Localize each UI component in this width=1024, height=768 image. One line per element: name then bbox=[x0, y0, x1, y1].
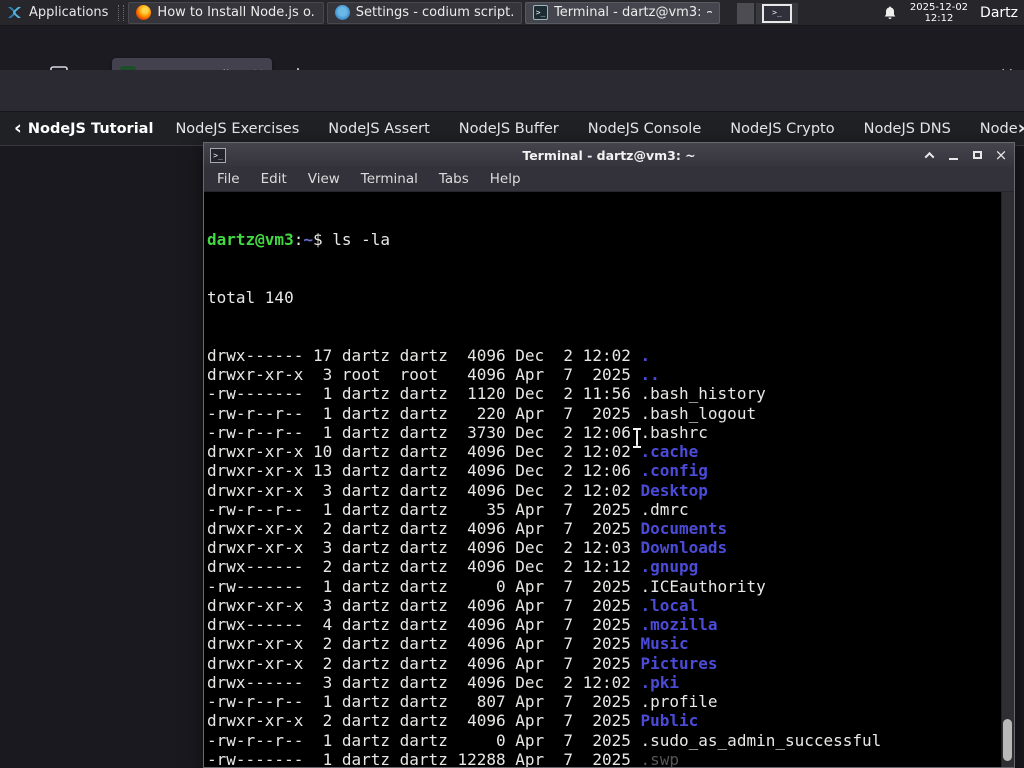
menu-terminal[interactable]: Terminal bbox=[361, 171, 418, 187]
taskbar-button-codium[interactable]: Settings - codium script... bbox=[326, 1, 523, 24]
user-menu[interactable]: Dartz bbox=[980, 5, 1020, 21]
workspace-pager[interactable]: >_ bbox=[737, 2, 798, 24]
mouse-cursor-ibeam bbox=[633, 428, 641, 448]
terminal-line: drwx------ 4 dartz dartz 4096 Apr 7 2025… bbox=[207, 615, 718, 635]
workspace-2[interactable]: >_ bbox=[756, 2, 798, 24]
prompt-path: ~ bbox=[303, 230, 313, 250]
firefox-nav-toolbar: ← → ⟳ https://www.geeksforgeeks.org/node… bbox=[0, 70, 1024, 176]
terminal-line: drwxr-xr-x 3 dartz dartz 4096 Dec 2 12:0… bbox=[207, 480, 708, 500]
panel-handle bbox=[118, 4, 125, 21]
desktop: Applications How to Install Node.js o...… bbox=[0, 0, 1024, 768]
menu-file[interactable]: File bbox=[217, 171, 240, 187]
terminal-line: drwx------ 17 dartz dartz 4096 Dec 2 12:… bbox=[207, 345, 651, 365]
vscodium-icon bbox=[334, 5, 350, 20]
panel-status-area: 2025-12-02 12:12 Dartz bbox=[882, 0, 1020, 26]
terminal-line: -rw------- 1 dartz dartz 12288 Apr 7 202… bbox=[207, 749, 680, 767]
terminal-icon: >_ bbox=[533, 5, 549, 20]
menu-tabs[interactable]: Tabs bbox=[439, 171, 469, 187]
terminal-line: drwx------ 3 dartz dartz 4096 Dec 2 12:0… bbox=[207, 672, 680, 692]
terminal-line: drwxr-xr-x 2 dartz dartz 4096 Apr 7 2025… bbox=[207, 653, 718, 673]
sitenav-item-console[interactable]: NodeJS Console bbox=[588, 121, 702, 137]
terminal-close-button[interactable]: × bbox=[994, 146, 1008, 164]
sitenav-item-truncated[interactable]: Node› bbox=[980, 119, 1024, 138]
terminal-title: Terminal - dartz@vm3: ~ bbox=[522, 147, 696, 163]
prompt-command: ls -la bbox=[332, 230, 391, 250]
terminal-line: -rw-r--r-- 1 dartz dartz 220 Apr 7 2025 … bbox=[207, 403, 757, 423]
clock[interactable]: 2025-12-02 12:12 bbox=[910, 2, 968, 24]
taskbar: How to Install Node.js o... Settings - c… bbox=[128, 0, 721, 25]
terminal-minimize-button[interactable] bbox=[946, 148, 960, 162]
terminal-title-bar[interactable]: >_ Terminal - dartz@vm3: ~ × bbox=[204, 143, 1014, 167]
terminal-line: drwxr-xr-x 2 dartz dartz 4096 Apr 7 2025… bbox=[207, 711, 699, 731]
sitenav-item-assert[interactable]: NodeJS Assert bbox=[328, 121, 430, 137]
pager-terminal-window-icon: >_ bbox=[762, 3, 792, 23]
terminal-maximize-button[interactable] bbox=[970, 148, 984, 162]
terminal-window-icon: >_ bbox=[210, 147, 226, 163]
prompt-symbol: $ bbox=[312, 230, 323, 250]
sitenav-item-dns[interactable]: NodeJS DNS bbox=[864, 121, 951, 137]
clock-date: 2025-12-02 bbox=[909, 2, 969, 13]
taskbar-button-firefox[interactable]: How to Install Node.js o... bbox=[128, 1, 324, 24]
terminal-line: drwxr-xr-x 3 dartz dartz 4096 Apr 7 2025… bbox=[207, 595, 699, 615]
terminal-line: -rw-r--r-- 1 dartz dartz 0 Apr 7 2025 .s… bbox=[207, 730, 882, 750]
sitenav-item-crypto[interactable]: NodeJS Crypto bbox=[730, 121, 834, 137]
terminal-line: drwxr-xr-x 10 dartz dartz 4096 Dec 2 12:… bbox=[207, 442, 699, 462]
terminal-line: -rw-r--r-- 1 dartz dartz 35 Apr 7 2025 .… bbox=[207, 499, 689, 519]
menu-view[interactable]: View bbox=[308, 171, 340, 187]
prompt-user-host: dartz@vm3 bbox=[207, 230, 294, 250]
notification-bell-icon[interactable] bbox=[882, 5, 898, 21]
terminal-output[interactable]: dartz@vm3:~$ ls -la total 140 drwx------… bbox=[204, 192, 1014, 767]
terminal-line: drwx------ 2 dartz dartz 4096 Dec 2 12:1… bbox=[207, 557, 699, 577]
terminal-line: -rw-r--r-- 1 dartz dartz 3730 Dec 2 12:0… bbox=[207, 422, 708, 442]
site-nav-bar: ‹ NodeJS Tutorial NodeJS Exercises NodeJ… bbox=[0, 112, 1024, 256]
total-line: total 140 bbox=[207, 288, 294, 308]
terminal-listing: drwx------ 17 dartz dartz 4096 Dec 2 12:… bbox=[207, 346, 1014, 767]
terminal-scrollbar[interactable] bbox=[1001, 192, 1014, 767]
workspace-1[interactable] bbox=[737, 2, 754, 24]
terminal-line: -rw------- 1 dartz dartz 1120 Dec 2 11:5… bbox=[207, 384, 766, 404]
firefox-icon bbox=[136, 5, 152, 20]
distro-logo-icon bbox=[8, 7, 21, 18]
menu-edit[interactable]: Edit bbox=[261, 171, 287, 187]
sitenav-links: NodeJS Exercises NodeJS Assert NodeJS Bu… bbox=[175, 119, 1024, 138]
prompt-separator: : bbox=[293, 230, 304, 250]
chevron-left-icon: ‹ bbox=[14, 117, 22, 139]
chevron-right-icon: › bbox=[1018, 119, 1024, 138]
terminal-menu-bar: File Edit View Terminal Tabs Help bbox=[204, 167, 1014, 192]
terminal-scrollbar-thumb[interactable] bbox=[1003, 719, 1012, 761]
terminal-line: drwxr-xr-x 2 dartz dartz 4096 Apr 7 2025… bbox=[207, 634, 689, 654]
clock-time: 12:12 bbox=[924, 13, 954, 24]
terminal-line: -rw------- 1 dartz dartz 0 Apr 7 2025 .I… bbox=[207, 576, 766, 596]
taskbar-button-terminal[interactable]: >_ Terminal - dartz@vm3: ~ bbox=[525, 1, 721, 24]
top-panel: Applications How to Install Node.js o...… bbox=[0, 0, 1024, 26]
applications-menu[interactable]: Applications bbox=[0, 0, 114, 25]
menu-help[interactable]: Help bbox=[490, 171, 521, 187]
terminal-line: -rw-r--r-- 1 dartz dartz 807 Apr 7 2025 … bbox=[207, 692, 718, 712]
sitenav-back-link[interactable]: ‹ NodeJS Tutorial bbox=[14, 119, 153, 138]
applications-label: Applications bbox=[29, 5, 109, 20]
terminal-line: drwxr-xr-x 3 dartz dartz 4096 Dec 2 12:0… bbox=[207, 538, 728, 558]
firefox-tab-bar: GG How to Install Node.js on × + × bbox=[0, 26, 1024, 90]
sitenav-item-buffer[interactable]: NodeJS Buffer bbox=[459, 121, 559, 137]
terminal-shade-button[interactable] bbox=[922, 148, 936, 162]
terminal-line: drwxr-xr-x 3 root root 4096 Apr 7 2025 .… bbox=[207, 365, 660, 385]
sitenav-item-exercises[interactable]: NodeJS Exercises bbox=[175, 121, 299, 137]
prompt-line: dartz@vm3:~$ ls -la bbox=[207, 230, 1014, 249]
terminal-line: drwxr-xr-x 13 dartz dartz 4096 Dec 2 12:… bbox=[207, 461, 708, 481]
terminal-line: drwxr-xr-x 2 dartz dartz 4096 Apr 7 2025… bbox=[207, 518, 728, 538]
terminal-window: >_ Terminal - dartz@vm3: ~ × File Edit V… bbox=[203, 142, 1015, 768]
